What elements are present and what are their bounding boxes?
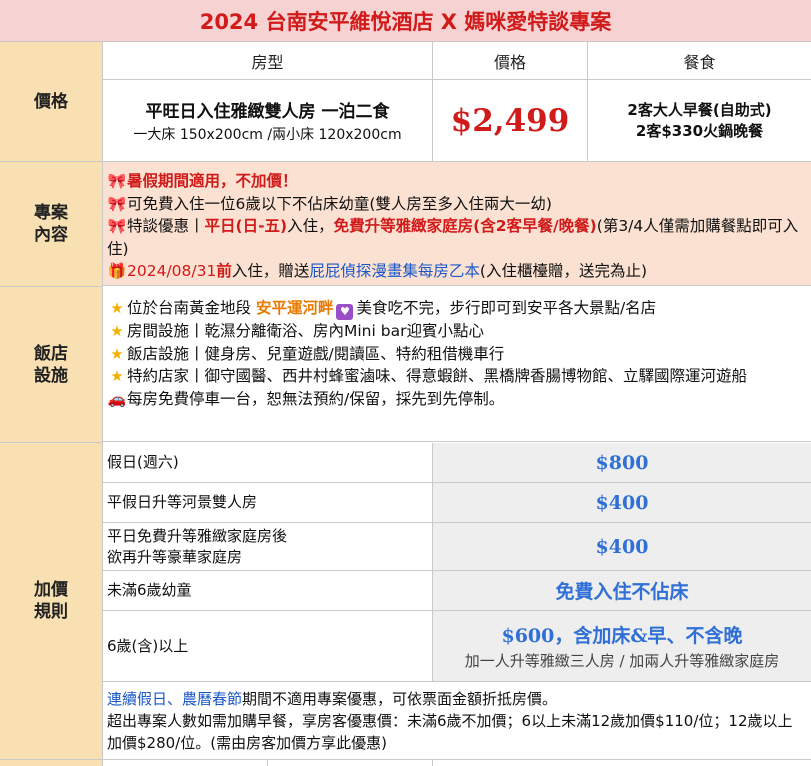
note-breakfast-text: 超出專案人數如需加購早餐，享房客優惠價：未滿6歲不加價；6以上未滿12歲加價$1… bbox=[107, 712, 793, 752]
ribbon-bow-icon: 🎀 bbox=[107, 217, 127, 235]
room-header-text: 房型 bbox=[251, 52, 284, 72]
plan-line-1-text: 暑假期間適用，不加價！ bbox=[127, 172, 298, 190]
plan-label-line-2: 內容 bbox=[34, 225, 68, 245]
plan-line-4-c: 入住，贈送 bbox=[231, 262, 310, 280]
plan-line-3-d: 免費升等雅緻家庭房(含2客早餐/晚餐) bbox=[333, 217, 597, 235]
meal-line-1: 2客大人早餐(自助式) bbox=[627, 100, 772, 119]
note-holiday-rest: 期間不適用專案優惠，可依票面金額折抵房價。 bbox=[242, 690, 558, 708]
facility-line-1-c: 美食吃不完，步行即可到安平各大景點/名店 bbox=[356, 299, 657, 317]
facility-label-line-2: 設施 bbox=[34, 365, 68, 386]
note-holiday-text: 連續假日、農曆春節 bbox=[107, 690, 243, 708]
table-row-value: $800 bbox=[433, 443, 811, 483]
page-title: 2024 台南安平維悅酒店 X 媽咪愛特談專案 bbox=[0, 0, 811, 42]
row-label-text: 未滿6歲幼童 bbox=[107, 581, 192, 599]
room-header: 房型 bbox=[103, 42, 433, 80]
price-label: 價格 bbox=[0, 42, 103, 162]
row-label-line-2: 欲再升等豪華家庭房 bbox=[107, 547, 243, 566]
plan-line-3: 🎀特談優惠丨平日(日-五)入住，免費升等雅緻家庭房(含2客早餐/晚餐)(第3/4… bbox=[107, 215, 805, 260]
price-header: 價格 bbox=[433, 42, 588, 80]
star-icon: ★ bbox=[110, 367, 124, 385]
plan-line-4-d: 屁屁偵探漫畫集每房乙本 bbox=[309, 262, 480, 280]
table-row-value: $400 bbox=[433, 483, 811, 523]
facility-line-2-text: 房間設施丨乾濕分離衛浴、房內Mini bar迎賓小點心 bbox=[127, 322, 484, 340]
ribbon-bow-icon: 🎀 bbox=[107, 194, 127, 213]
plan-label-line-1: 專案 bbox=[34, 203, 68, 223]
meal-cell: 2客大人早餐(自助式) 2客$330火鍋晚餐 bbox=[588, 80, 811, 162]
plan-content: 🎀暑假期間適用，不加價！ 🎀可免費入住一位6歲以下不佔床幼童(雙人房至多入住兩大… bbox=[103, 162, 811, 286]
facility-line-3: ★ 飯店設施丨健身房、兒童遊戲/閱讀區、特約租借機車行 bbox=[107, 343, 805, 366]
row-value-text: $400 bbox=[595, 535, 649, 558]
plan-line-4-e: (入住櫃檯贈，送完為止) bbox=[479, 262, 647, 280]
plan-line-1: 🎀暑假期間適用，不加價！ bbox=[107, 170, 805, 193]
meal-line-2: 2客$330火鍋晚餐 bbox=[635, 121, 764, 140]
row-value-text: 免費入住不佔床 bbox=[555, 581, 689, 603]
table-row-value: $600，含加床&早、不含晚 加一人升等雅緻三人房 / 加兩人升等雅緻家庭房 bbox=[433, 611, 811, 682]
facility-content: ★ 位於台南黃金地段 安平運河畔 ♥ 美食吃不完，步行即可到安平各大景點/名店 ★ 房間… bbox=[103, 287, 811, 442]
facility-line-2: ★ 房間設施丨乾濕分離衛浴、房內Mini bar迎賓小點心 bbox=[107, 320, 805, 343]
row-label-text: 假日(週六) bbox=[107, 453, 179, 471]
star-icon: ★ bbox=[110, 322, 124, 340]
star-icon: ★ bbox=[110, 299, 124, 317]
plan-line-3-a: 特談優惠丨 bbox=[127, 217, 205, 235]
promo-table: 2024 台南安平維悅酒店 X 媽咪愛特談專案 價格 房型 價格 餐食 平旺日入… bbox=[0, 0, 811, 766]
facility-line-1: ★ 位於台南黃金地段 安平運河畔 ♥ 美食吃不完，步行即可到安平各大景點/名店 bbox=[107, 297, 805, 320]
bottom-strip bbox=[433, 760, 811, 766]
table-row-value: 免費入住不佔床 bbox=[433, 571, 811, 611]
bottom-strip bbox=[103, 760, 268, 766]
surcharge-label: 加價 規則 bbox=[0, 443, 103, 760]
plan-line-2: 🎀可免費入住一位6歲以下不佔床幼童(雙人房至多入住兩大一幼) bbox=[107, 193, 805, 216]
meal-header: 餐食 bbox=[588, 42, 811, 80]
facility-line-4: ★ 特約店家丨御守國醫、西井村蜂蜜滷味、得意蝦餅、黑橋牌香腸博物館、立驛國際運河遊… bbox=[107, 365, 805, 388]
star-icon: ★ bbox=[110, 344, 124, 363]
facility-line-5-text: 每房免費停車一台，恕無法預約/保留，採先到先停制。 bbox=[127, 389, 505, 408]
facility-line-1-b: 安平運河畔 bbox=[255, 299, 334, 317]
facility-line-3-text: 飯店設施丨健身房、兒童遊戲/閱讀區、特約租借機車行 bbox=[127, 344, 505, 363]
room-cell: 平旺日入住雅緻雙人房 一泊二食 一大床 150x200cm /兩小床 120x2… bbox=[103, 80, 433, 162]
row-value-text: $600，含加床&早、不含晚 bbox=[501, 625, 743, 647]
surcharge-note: 連續假日、農曆春節期間不適用專案優惠，可依票面金額折抵房價。 超出專案人數如需加… bbox=[103, 682, 811, 760]
room-beds: 一大床 150x200cm /兩小床 120x200cm bbox=[133, 127, 402, 143]
heart-icon: ♥ bbox=[336, 304, 354, 320]
note-line-1: 連續假日、農曆春節期間不適用專案優惠，可依票面金額折抵房價。 bbox=[107, 688, 805, 710]
row-label-line-1: 平日免費升等雅緻家庭房後 bbox=[107, 526, 288, 545]
table-row-label: 假日(週六) bbox=[103, 443, 433, 483]
facility-line-1-a: 位於台南黃金地段 bbox=[127, 299, 256, 317]
price-cell: $2,499 bbox=[433, 80, 588, 162]
plan-label: 專案 內容 bbox=[0, 162, 103, 287]
gift-icon: 🎁 bbox=[107, 262, 127, 280]
bottom-strip bbox=[268, 760, 433, 766]
plan-line-4-a: 2024/08/31 bbox=[127, 262, 217, 280]
price-header-text: 價格 bbox=[493, 52, 526, 72]
table-row-value: $400 bbox=[433, 523, 811, 571]
row-label-text: 6歲(含)以上 bbox=[107, 636, 189, 655]
row-label-text: 平假日升等河景雙人房 bbox=[107, 493, 258, 511]
car-icon: 🚗 bbox=[107, 389, 127, 408]
room-name: 平旺日入住雅緻雙人房 一泊二食 bbox=[145, 102, 390, 122]
ribbon-bow-icon: 🎀 bbox=[107, 172, 127, 190]
surcharge-label-line-2: 規則 bbox=[34, 602, 68, 622]
row-value-text: $800 bbox=[595, 451, 649, 474]
bottom-strip bbox=[0, 760, 103, 766]
facility-line-4-text: 特約店家丨御守國醫、西井村蜂蜜滷味、得意蝦餅、黑橋牌香腸博物館、立驛國際運河遊船 bbox=[127, 367, 748, 385]
surcharge-label-line-1: 加價 bbox=[34, 580, 68, 600]
table-row-label: 平日免費升等雅緻家庭房後 欲再升等豪華家庭房 bbox=[103, 523, 433, 571]
facility-label-line-1: 飯店 bbox=[34, 343, 68, 364]
table-row-label: 平假日升等河景雙人房 bbox=[103, 483, 433, 523]
meal-header-text: 餐食 bbox=[683, 52, 716, 72]
plan-line-3-c: 入住， bbox=[287, 217, 334, 235]
row-value-subtext: 加一人升等雅緻三人房 / 加兩人升等雅緻家庭房 bbox=[464, 652, 780, 670]
facility-label: 飯店 設施 bbox=[0, 287, 103, 443]
plan-line-3-b: 平日(日-五) bbox=[204, 217, 288, 235]
plan-line-4-b: 前 bbox=[216, 262, 232, 280]
row-value-text: $400 bbox=[595, 491, 649, 514]
table-row-label: 6歲(含)以上 bbox=[103, 611, 433, 682]
price-value: $2,499 bbox=[450, 102, 570, 139]
table-row-label: 未滿6歲幼童 bbox=[103, 571, 433, 611]
price-label-text: 價格 bbox=[34, 91, 68, 112]
plan-line-2-text: 可免費入住一位6歲以下不佔床幼童(雙人房至多入住兩大一幼) bbox=[127, 194, 552, 213]
plan-line-4: 🎁2024/08/31前入住，贈送屁屁偵探漫畫集每房乙本(入住櫃檯贈，送完為止) bbox=[107, 260, 805, 283]
facility-line-5: 🚗每房免費停車一台，恕無法預約/保留，採先到先停制。 bbox=[107, 388, 805, 411]
